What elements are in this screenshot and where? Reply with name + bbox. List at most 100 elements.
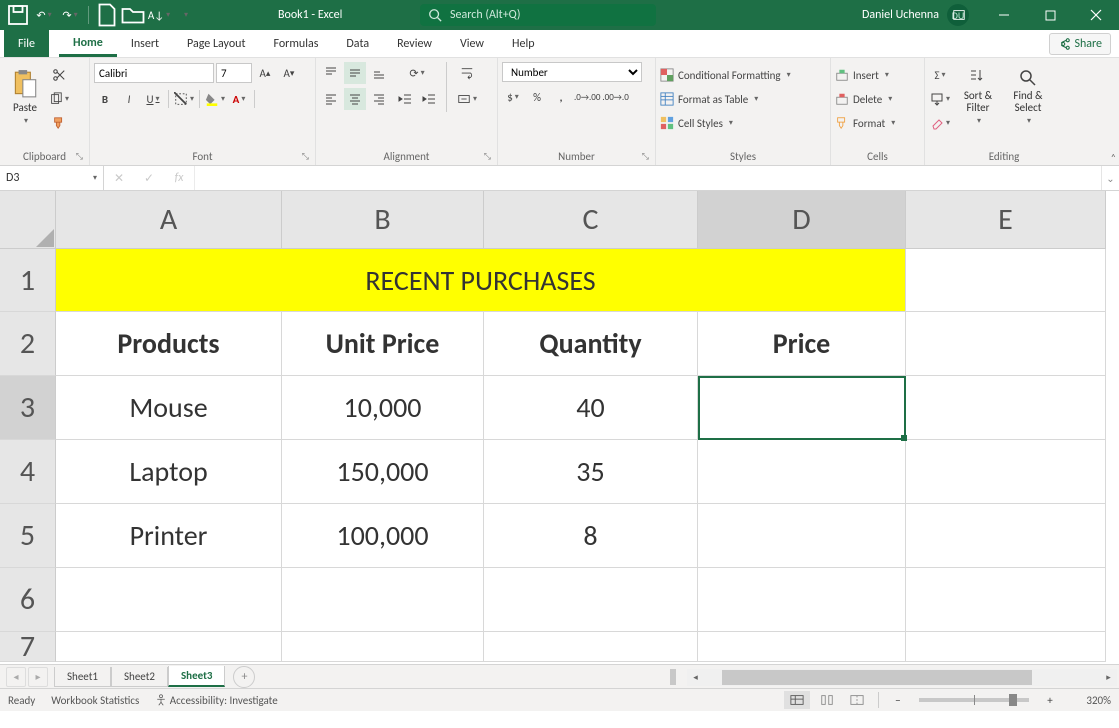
font-color-button[interactable]: A▾: [228, 88, 250, 110]
tab-page-layout[interactable]: Page Layout: [173, 29, 259, 57]
hscroll-thumb[interactable]: [722, 670, 1032, 685]
cell-c7[interactable]: [484, 632, 698, 662]
increase-font-button[interactable]: A▴: [254, 62, 276, 84]
accounting-format-button[interactable]: $▾: [502, 86, 524, 108]
insert-cells-button[interactable]: Insert▾: [835, 64, 889, 86]
sort-filter-button[interactable]: Sort & Filter▾: [955, 62, 1001, 132]
expand-formula-bar[interactable]: ⌄: [1101, 166, 1119, 190]
minimize-button[interactable]: [981, 0, 1027, 30]
col-header-d[interactable]: D: [698, 191, 906, 249]
increase-decimal-button[interactable]: .0→.00: [574, 86, 600, 108]
row-header-7[interactable]: 7: [0, 632, 56, 662]
cell-c2[interactable]: Quantity: [484, 312, 698, 376]
cell-c4[interactable]: 35: [484, 440, 698, 504]
col-header-c[interactable]: C: [484, 191, 698, 249]
fill-button[interactable]: ▾: [929, 88, 951, 110]
maximize-button[interactable]: [1027, 0, 1073, 30]
bold-button[interactable]: B: [94, 88, 116, 110]
cell-d6[interactable]: [698, 568, 906, 632]
status-accessibility[interactable]: Accessibility: Investigate: [155, 694, 277, 707]
borders-button[interactable]: ▾: [173, 88, 195, 110]
search-input[interactable]: Search (Alt+Q): [420, 4, 656, 26]
cell-d7[interactable]: [698, 632, 906, 662]
sort-icon[interactable]: A↓▾: [147, 3, 171, 27]
row-header-6[interactable]: 6: [0, 568, 56, 632]
tab-scroll-split[interactable]: [670, 669, 676, 685]
copy-button[interactable]: ▾: [48, 88, 70, 110]
cell-b3[interactable]: 10,000: [282, 376, 484, 440]
zoom-out-button[interactable]: −: [887, 689, 909, 711]
cell-b5[interactable]: 100,000: [282, 504, 484, 568]
cell-c6[interactable]: [484, 568, 698, 632]
cell-d4[interactable]: [698, 440, 906, 504]
underline-button[interactable]: U▾: [142, 88, 164, 110]
open-file-icon[interactable]: [121, 3, 145, 27]
insert-function-button[interactable]: fx: [164, 166, 194, 191]
cell-c5[interactable]: 8: [484, 504, 698, 568]
font-size-input[interactable]: [216, 63, 252, 83]
tab-file[interactable]: File: [4, 29, 49, 57]
add-sheet-button[interactable]: +: [233, 666, 255, 688]
ribbon-display-options[interactable]: [939, 0, 979, 30]
comma-format-button[interactable]: ,: [550, 86, 572, 108]
align-right-button[interactable]: [368, 88, 390, 110]
zoom-level[interactable]: 320%: [1065, 694, 1111, 707]
fill-color-button[interactable]: ▾: [204, 88, 226, 110]
redo-button[interactable]: ↷▾: [58, 3, 82, 27]
sheet-tab-3[interactable]: Sheet3: [168, 666, 226, 687]
formula-input[interactable]: [195, 166, 1101, 190]
tab-review[interactable]: Review: [383, 29, 446, 57]
paste-button[interactable]: Paste▾: [4, 62, 46, 132]
find-select-button[interactable]: Find & Select▾: [1005, 62, 1051, 132]
font-name-input[interactable]: [94, 63, 214, 83]
select-all-corner[interactable]: [0, 191, 56, 249]
collapse-ribbon-button[interactable]: ˄: [1111, 151, 1116, 164]
clipboard-launcher[interactable]: ⤡: [76, 151, 83, 162]
cell-b6[interactable]: [282, 568, 484, 632]
cell-title-merged[interactable]: RECENT PURCHASES: [56, 249, 906, 312]
cell-e7[interactable]: [906, 632, 1106, 662]
number-launcher[interactable]: ⤡: [642, 151, 649, 162]
wrap-text-button[interactable]: [453, 62, 481, 84]
cell-a2[interactable]: Products: [56, 312, 282, 376]
cell-d2[interactable]: Price: [698, 312, 906, 376]
row-header-5[interactable]: 5: [0, 504, 56, 568]
autosum-button[interactable]: Σ▾: [929, 64, 951, 86]
cell-d3[interactable]: [698, 376, 906, 440]
tab-help[interactable]: Help: [498, 29, 549, 57]
new-file-icon[interactable]: [95, 3, 119, 27]
format-as-table-button[interactable]: Format as Table▾: [660, 88, 758, 110]
cell-b7[interactable]: [282, 632, 484, 662]
hscroll-left[interactable]: ◂: [687, 669, 704, 686]
row-header-3[interactable]: 3: [0, 376, 56, 440]
undo-button[interactable]: ↶▾: [32, 3, 56, 27]
view-normal-button[interactable]: [784, 691, 810, 709]
tab-formulas[interactable]: Formulas: [259, 29, 332, 57]
sheet-nav-prev[interactable]: ◂: [6, 667, 26, 687]
tab-data[interactable]: Data: [332, 29, 383, 57]
status-workbook-stats[interactable]: Workbook Statistics: [51, 694, 139, 707]
align-center-button[interactable]: [344, 88, 366, 110]
font-launcher[interactable]: ⤡: [302, 151, 309, 162]
enter-formula-button[interactable]: ✓: [134, 166, 164, 191]
conditional-formatting-button[interactable]: Conditional Formatting▾: [660, 64, 791, 86]
share-button[interactable]: Share: [1049, 33, 1111, 55]
cell-c3[interactable]: 40: [484, 376, 698, 440]
zoom-in-button[interactable]: +: [1039, 689, 1061, 711]
hscroll-right[interactable]: ▸: [1100, 669, 1117, 686]
tab-insert[interactable]: Insert: [117, 29, 173, 57]
cell-e4[interactable]: [906, 440, 1106, 504]
cell-a6[interactable]: [56, 568, 282, 632]
name-box[interactable]: D3▾: [0, 166, 104, 190]
cut-button[interactable]: [48, 64, 70, 86]
cell-b4[interactable]: 150,000: [282, 440, 484, 504]
col-header-e[interactable]: E: [906, 191, 1106, 249]
format-cells-button[interactable]: Format▾: [835, 112, 895, 134]
cell-b2[interactable]: Unit Price: [282, 312, 484, 376]
cell-d5[interactable]: [698, 504, 906, 568]
zoom-slider[interactable]: [919, 698, 1029, 702]
align-bottom-button[interactable]: [368, 62, 390, 84]
clear-button[interactable]: ▾: [929, 112, 951, 134]
cell-e3[interactable]: [906, 376, 1106, 440]
view-page-break-button[interactable]: [844, 691, 870, 709]
